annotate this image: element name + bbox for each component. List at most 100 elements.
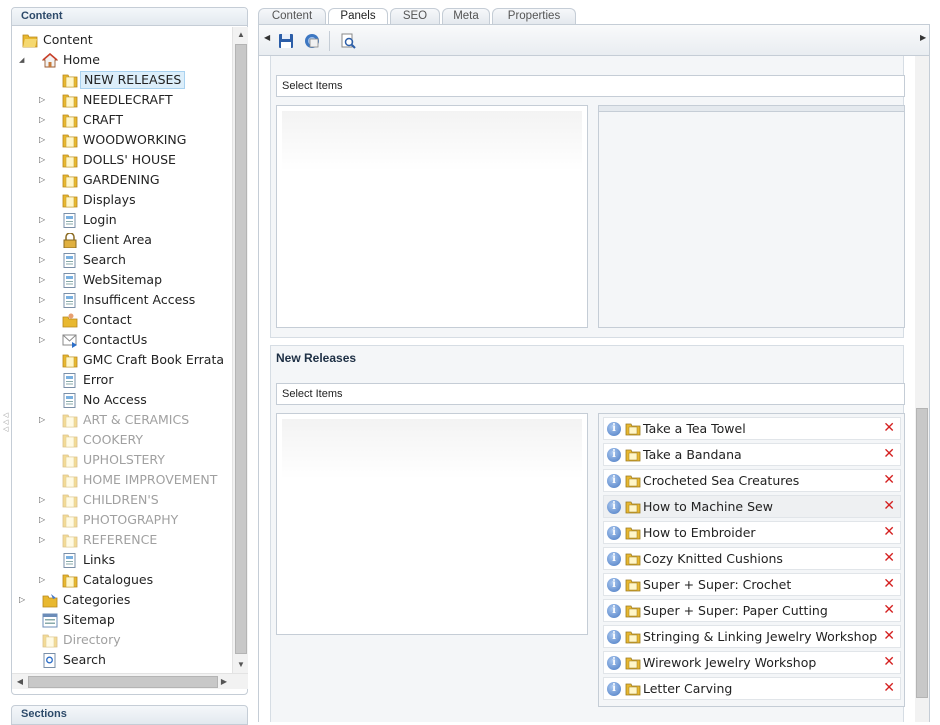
tree-node[interactable]: Insufficent Access [12, 290, 231, 310]
expand-arrow-icon[interactable] [39, 90, 49, 110]
tree-node[interactable]: No Access [12, 390, 231, 410]
tab-meta[interactable]: Meta [442, 8, 490, 24]
tree-node-label[interactable]: NEW RELEASES [80, 71, 186, 89]
sections-panel-header[interactable]: Sections [11, 705, 248, 725]
tree-node-label[interactable]: PHOTOGRAPHY [80, 510, 181, 530]
tree-node-label[interactable]: Content [40, 30, 96, 50]
tree-node[interactable]: GARDENING [12, 170, 231, 190]
tree-node-label[interactable]: Categories [60, 590, 133, 610]
tree-node-label[interactable]: NEEDLECRAFT [80, 90, 176, 110]
tree-node[interactable]: COOKERY [12, 430, 231, 450]
delete-icon[interactable]: ✕ [883, 576, 895, 592]
publish-icon[interactable] [304, 33, 320, 49]
tree-node[interactable]: UPHOLSTERY [12, 450, 231, 470]
expand-arrow-icon[interactable] [39, 410, 49, 430]
tree-node-label[interactable]: DOLLS' HOUSE [80, 150, 179, 170]
available-items-list[interactable] [276, 105, 588, 328]
tree-node[interactable]: CHILDREN'S [12, 490, 231, 510]
tree-node[interactable]: Sitemap [12, 610, 231, 630]
expand-arrow-icon[interactable] [39, 290, 49, 310]
info-icon[interactable]: i [607, 682, 621, 696]
preview-icon[interactable] [340, 33, 356, 49]
tree-node-label[interactable]: Error [80, 370, 116, 390]
list-item[interactable]: i How to Machine Sew ✕ [603, 495, 901, 518]
info-icon[interactable]: i [607, 474, 621, 488]
tree-vertical-scrollbar[interactable]: ▲ ▼ [232, 27, 248, 673]
tree-node[interactable]: Links [12, 550, 231, 570]
expand-arrow-icon[interactable] [39, 570, 49, 590]
expand-arrow-icon[interactable] [39, 310, 49, 330]
tree-node-label[interactable]: GMC Craft Book Errata [80, 350, 227, 370]
tree-node-label[interactable]: CHILDREN'S [80, 490, 162, 510]
expand-arrow-icon[interactable] [39, 250, 49, 270]
scroll-thumb[interactable] [235, 44, 247, 654]
scroll-down-icon[interactable]: ▼ [233, 657, 249, 673]
tree-node-label[interactable]: Sitemap [60, 610, 118, 630]
list-item[interactable]: i Take a Tea Towel ✕ [603, 417, 901, 440]
tree-node[interactable]: Error [12, 370, 231, 390]
tree-node[interactable]: PHOTOGRAPHY [12, 510, 231, 530]
tree-node[interactable]: Displays [12, 190, 231, 210]
delete-icon[interactable]: ✕ [883, 680, 895, 696]
tree-node[interactable]: NEEDLECRAFT [12, 90, 231, 110]
tree-node[interactable]: ContactUs [12, 330, 231, 350]
scroll-left-icon[interactable]: ◀ [12, 674, 28, 690]
tree-node-label[interactable]: Catalogues [80, 570, 156, 590]
tree-node[interactable]: Client Area [12, 230, 231, 250]
scroll-right-icon[interactable]: ▶ [216, 674, 232, 690]
tree-node-label[interactable]: Home [60, 50, 103, 70]
expand-arrow-icon[interactable] [39, 210, 49, 230]
info-icon[interactable]: i [607, 656, 621, 670]
tab-panels[interactable]: Panels [328, 8, 388, 25]
tree-node[interactable]: WOODWORKING [12, 130, 231, 150]
tree-node[interactable]: Contact [12, 310, 231, 330]
info-icon[interactable]: i [607, 604, 621, 618]
tree-node-label[interactable]: ContactUs [80, 330, 150, 350]
tree-node-label[interactable]: ART & CERAMICS [80, 410, 192, 430]
expand-arrow-icon[interactable] [39, 130, 49, 150]
expand-arrow-icon[interactable] [39, 490, 49, 510]
select-items-bar[interactable]: Select Items [276, 383, 905, 405]
tab-content[interactable]: Content [258, 8, 326, 24]
tree-node[interactable]: Directory [12, 630, 231, 650]
tree-node[interactable]: WebSitemap [12, 270, 231, 290]
info-icon[interactable]: i [607, 526, 621, 540]
tab-seo[interactable]: SEO [390, 8, 440, 24]
list-item[interactable]: i Cozy Knitted Cushions ✕ [603, 547, 901, 570]
tree-node-label[interactable]: GARDENING [80, 170, 163, 190]
info-icon[interactable]: i [607, 578, 621, 592]
expand-arrow-icon[interactable] [39, 170, 49, 190]
expand-arrow-icon[interactable] [19, 590, 29, 610]
delete-icon[interactable]: ✕ [883, 446, 895, 462]
tree-node-label[interactable]: UPHOLSTERY [80, 450, 168, 470]
expand-arrow-icon[interactable] [39, 330, 49, 350]
tree-node[interactable]: GMC Craft Book Errata [12, 350, 231, 370]
list-item[interactable]: i Take a Bandana ✕ [603, 443, 901, 466]
expand-arrow-icon[interactable] [39, 230, 49, 250]
delete-icon[interactable]: ✕ [883, 602, 895, 618]
list-item[interactable]: i How to Embroider ✕ [603, 521, 901, 544]
list-item[interactable]: i Stringing & Linking Jewelry Workshop ✕ [603, 625, 901, 648]
toolbar-right-arrow-icon[interactable]: ▶ [920, 33, 926, 42]
selected-items-list[interactable] [598, 105, 905, 328]
tree-node[interactable]: REFERENCE [12, 530, 231, 550]
tree-node-label[interactable]: REFERENCE [80, 530, 160, 550]
scroll-thumb[interactable] [916, 408, 928, 698]
tree-node-label[interactable]: No Access [80, 390, 150, 410]
toolbar-left-arrow-icon[interactable]: ◀ [264, 33, 270, 42]
info-icon[interactable]: i [607, 552, 621, 566]
expand-arrow-icon[interactable] [39, 510, 49, 530]
tree-node[interactable]: DOLLS' HOUSE [12, 150, 231, 170]
tree-node[interactable]: Catalogues [12, 570, 231, 590]
tree-horizontal-scrollbar[interactable]: ◀ ▶ [12, 673, 248, 689]
tree-node-label[interactable]: Directory [60, 630, 124, 650]
splitter-grip-icon[interactable]: ◁ ◁ ◁ [3, 412, 9, 433]
delete-icon[interactable]: ✕ [883, 420, 895, 436]
tree-node-label[interactable]: Insufficent Access [80, 290, 198, 310]
tree-node-label[interactable]: Contact [80, 310, 135, 330]
list-item[interactable]: i Letter Carving ✕ [603, 677, 901, 700]
tree-node-label[interactable]: CRAFT [80, 110, 126, 130]
tree-node-label[interactable]: Search [60, 650, 109, 670]
save-icon[interactable] [278, 33, 294, 49]
info-icon[interactable]: i [607, 500, 621, 514]
